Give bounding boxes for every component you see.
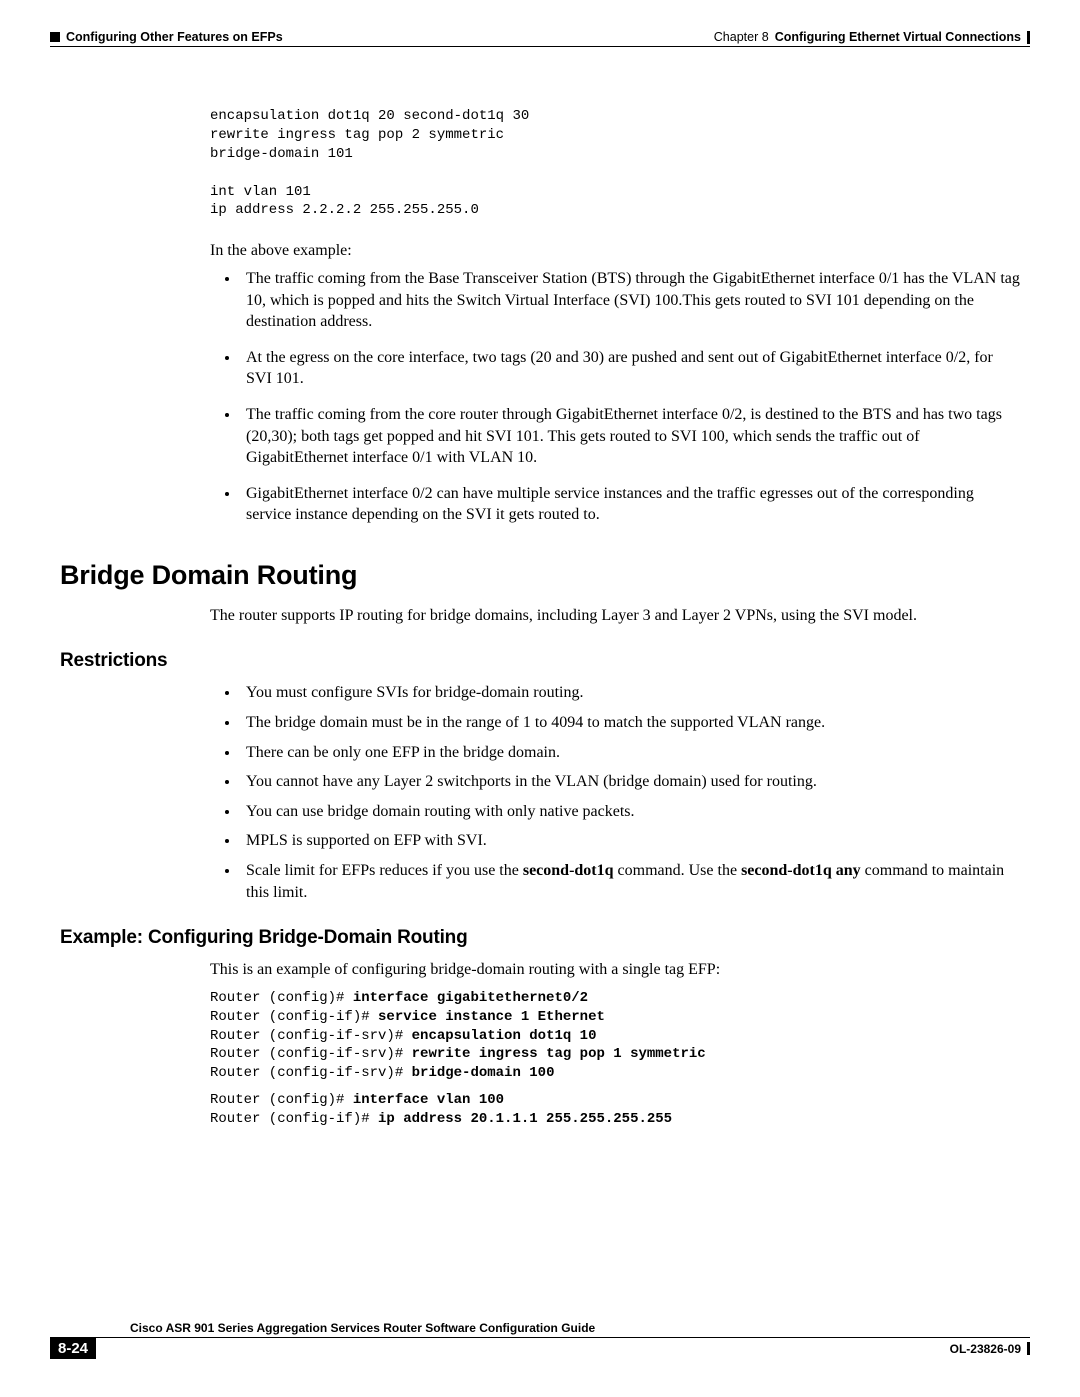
- list-item: You can use bridge domain routing with o…: [240, 801, 1020, 823]
- example-paragraph: This is an example of configuring bridge…: [210, 959, 1020, 981]
- page-number: 8-24: [50, 1338, 96, 1359]
- prompt-text: Router (config-if-srv)#: [210, 1065, 412, 1081]
- command-text: second-dot1q any: [741, 862, 861, 879]
- footer-doc-title: Cisco ASR 901 Series Aggregation Service…: [50, 1321, 1030, 1338]
- prompt-text: Router (config)#: [210, 990, 353, 1006]
- square-icon: [50, 32, 60, 42]
- list-item: You cannot have any Layer 2 switchports …: [240, 771, 1020, 793]
- text-span: command. Use the: [614, 862, 742, 879]
- heading-restrictions: Restrictions: [60, 650, 1020, 672]
- command-text: encapsulation dot1q 10: [412, 1028, 597, 1044]
- heading-bridge-domain-routing: Bridge Domain Routing: [60, 560, 1020, 591]
- intro-paragraph: In the above example:: [210, 240, 1020, 262]
- bar-icon: [1027, 31, 1030, 44]
- page-header: Configuring Other Features on EFPs Chapt…: [50, 30, 1030, 47]
- header-chapter-title: Configuring Ethernet Virtual Connections: [775, 30, 1021, 44]
- code-block-example1: Router (config)# interface gigabitethern…: [210, 989, 1020, 1083]
- code-block: encapsulation dot1q 20 second-dot1q 30 r…: [210, 107, 1020, 220]
- doc-id: OL-23826-09: [950, 1342, 1021, 1356]
- command-text: bridge-domain 100: [412, 1065, 555, 1081]
- list-item: Scale limit for EFPs reduces if you use …: [240, 860, 1020, 903]
- list-item: The traffic coming from the Base Transce…: [240, 268, 1020, 333]
- section-paragraph: The router supports IP routing for bridg…: [210, 605, 1020, 627]
- command-text: ip address 20.1.1.1 255.255.255.255: [378, 1111, 672, 1127]
- list-item: There can be only one EFP in the bridge …: [240, 742, 1020, 764]
- text-span: Scale limit for EFPs reduces if you use …: [246, 862, 523, 879]
- prompt-text: Router (config-if)#: [210, 1111, 378, 1127]
- command-text: interface vlan 100: [353, 1092, 504, 1108]
- prompt-text: Router (config)#: [210, 1092, 353, 1108]
- command-text: second-dot1q: [523, 862, 614, 879]
- heading-example-configuring: Example: Configuring Bridge-Domain Routi…: [60, 927, 1020, 949]
- code-block-example2: Router (config)# interface vlan 100 Route…: [210, 1091, 1020, 1129]
- list-item: At the egress on the core interface, two…: [240, 347, 1020, 390]
- prompt-text: Router (config-if-srv)#: [210, 1028, 412, 1044]
- prompt-text: Router (config-if-srv)#: [210, 1046, 412, 1062]
- prompt-text: Router (config-if)#: [210, 1009, 378, 1025]
- command-text: rewrite ingress tag pop 1 symmetric: [412, 1046, 706, 1062]
- header-chapter-label: Chapter 8: [714, 30, 769, 44]
- list-item: The bridge domain must be in the range o…: [240, 712, 1020, 734]
- list-item: The traffic coming from the core router …: [240, 404, 1020, 469]
- restrictions-bullets: You must configure SVIs for bridge-domai…: [210, 682, 1020, 903]
- command-text: interface gigabitethernet0/2: [353, 990, 588, 1006]
- bar-icon: [1027, 1342, 1030, 1355]
- list-item: MPLS is supported on EFP with SVI.: [240, 830, 1020, 852]
- page-footer: Cisco ASR 901 Series Aggregation Service…: [50, 1321, 1030, 1359]
- list-item: GigabitEthernet interface 0/2 can have m…: [240, 483, 1020, 526]
- list-item: You must configure SVIs for bridge-domai…: [240, 682, 1020, 704]
- header-section: Configuring Other Features on EFPs: [66, 30, 283, 44]
- example-bullets: The traffic coming from the Base Transce…: [210, 268, 1020, 526]
- command-text: service instance 1 Ethernet: [378, 1009, 605, 1025]
